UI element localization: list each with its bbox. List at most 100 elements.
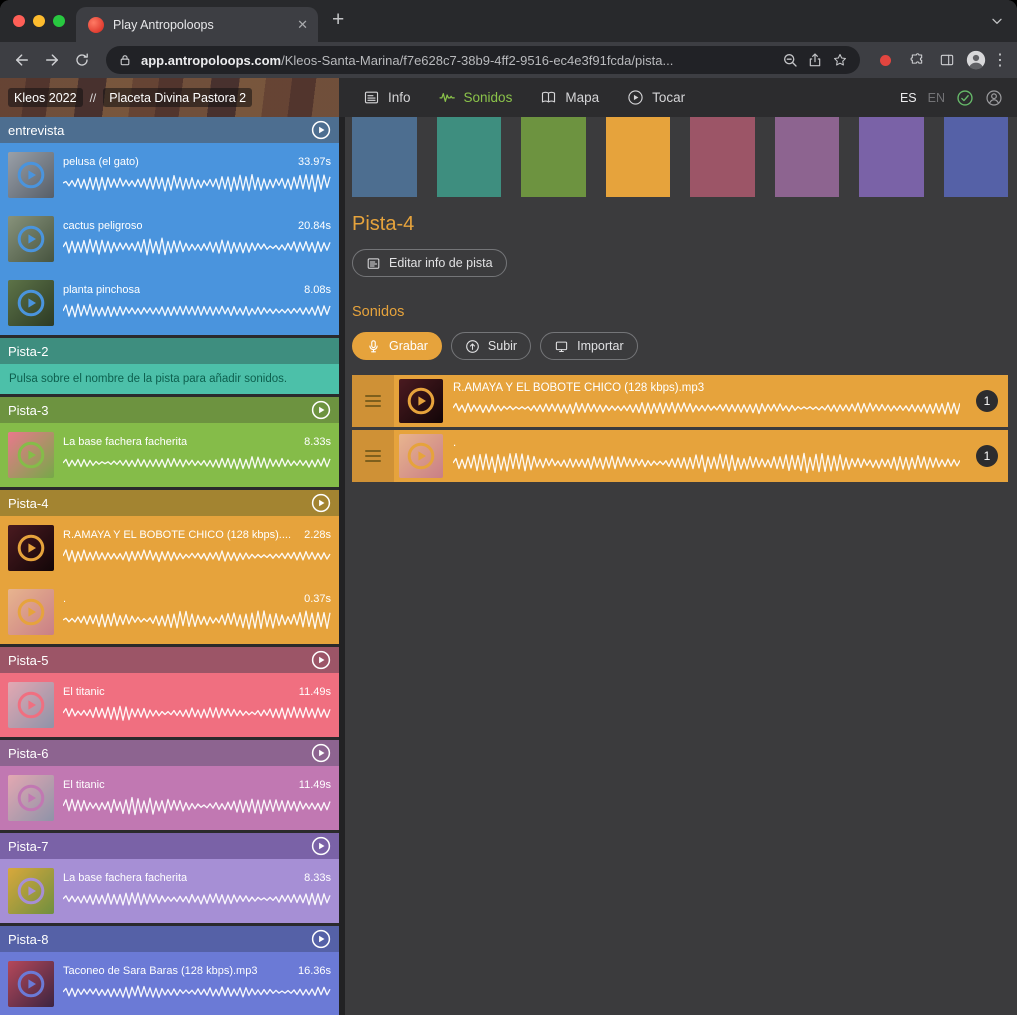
sound-thumbnail[interactable] <box>8 280 54 326</box>
sound-thumbnail[interactable] <box>8 216 54 262</box>
play-ring-icon[interactable] <box>8 525 54 571</box>
nav-tocar[interactable]: Tocar <box>627 89 685 106</box>
track-header-pista-6[interactable]: Pista-6 <box>0 740 339 766</box>
back-button[interactable] <box>10 48 34 72</box>
track-swatch-pista-2[interactable] <box>437 117 502 197</box>
address-bar[interactable]: app.antropoloops.com/Kleos-Santa-Marina/… <box>106 46 860 74</box>
track-swatch-pista-5[interactable] <box>690 117 755 197</box>
importar-button[interactable]: Importar <box>540 332 638 360</box>
track-header-pista-8[interactable]: Pista-8 <box>0 926 339 952</box>
sound-title[interactable]: cactus peligroso <box>63 220 143 232</box>
track-swatch-pista-4[interactable] <box>606 117 671 197</box>
play-ring-icon[interactable] <box>8 216 54 262</box>
sound-row[interactable]: .1 <box>352 430 1008 482</box>
play-ring-icon[interactable] <box>8 589 54 635</box>
track-header-pista-4[interactable]: Pista-4 <box>0 490 339 516</box>
new-tab-button[interactable]: + <box>332 8 344 32</box>
sound-thumbnail[interactable] <box>8 775 54 821</box>
extension-record-dot-icon[interactable] <box>880 55 891 66</box>
sound-thumbnail[interactable] <box>8 152 54 198</box>
bookmark-star-icon[interactable] <box>832 52 848 68</box>
sound-title[interactable]: . <box>63 593 66 605</box>
sound-title[interactable]: El titanic <box>63 686 105 698</box>
play-ring-icon[interactable] <box>8 682 54 728</box>
sidebar-sound-item[interactable]: cactus peligroso20.84s <box>0 207 339 271</box>
track-swatch-pista-6[interactable] <box>775 117 840 197</box>
sound-title[interactable]: La base fachera facherita <box>63 436 187 448</box>
track-swatch-entrevista[interactable] <box>352 117 417 197</box>
edit-track-info-button[interactable]: Editar info de pista <box>352 249 507 277</box>
breadcrumb-page[interactable]: Placeta Divina Pastora 2 <box>103 88 252 107</box>
track-play-button[interactable] <box>311 400 331 420</box>
sound-title[interactable]: La base fachera facherita <box>63 872 187 884</box>
track-play-button[interactable] <box>311 120 331 140</box>
sound-title[interactable]: R.AMAYA Y EL BOBOTE CHICO (128 kbps).... <box>63 529 291 541</box>
grabar-button[interactable]: Grabar <box>352 332 442 360</box>
track-header-entrevista[interactable]: entrevista <box>0 117 339 143</box>
sound-title[interactable]: El titanic <box>63 779 105 791</box>
sound-thumbnail[interactable] <box>8 682 54 728</box>
sidebar-sound-item[interactable]: La base fachera facherita8.33s <box>0 423 339 487</box>
track-play-button[interactable] <box>311 929 331 949</box>
reload-button[interactable] <box>70 48 94 72</box>
close-window-button[interactable] <box>13 15 25 27</box>
browser-menu-icon[interactable]: ⋮ <box>993 50 1007 70</box>
track-play-button[interactable] <box>311 493 331 513</box>
track-name[interactable]: Pista-2 <box>8 344 48 359</box>
browser-tab[interactable]: Play Antropoloops ✕ <box>76 7 318 42</box>
sidebar-sound-item[interactable]: El titanic11.49s <box>0 673 339 737</box>
sound-title[interactable]: Taconeo de Sara Baras (128 kbps).mp3 <box>63 965 257 977</box>
play-ring-icon[interactable] <box>399 379 443 423</box>
sound-thumbnail[interactable] <box>8 961 54 1007</box>
extensions-puzzle-icon[interactable] <box>905 48 929 72</box>
track-name[interactable]: Pista-7 <box>8 839 48 854</box>
sidebar-sound-item[interactable]: El titanic11.49s <box>0 766 339 830</box>
track-header-pista-7[interactable]: Pista-7 <box>0 833 339 859</box>
tab-list-chevron-icon[interactable] <box>989 13 1005 29</box>
track-name[interactable]: Pista-8 <box>8 932 48 947</box>
sound-thumbnail[interactable] <box>8 432 54 478</box>
nav-info[interactable]: Info <box>363 89 411 106</box>
lang-en[interactable]: EN <box>928 91 945 105</box>
sidebar-sound-item[interactable]: R.AMAYA Y EL BOBOTE CHICO (128 kbps)....… <box>0 516 339 580</box>
status-check-icon[interactable] <box>956 89 974 107</box>
sidebar-sound-item[interactable]: .0.37s <box>0 580 339 644</box>
play-ring-icon[interactable] <box>399 434 443 478</box>
profile-avatar[interactable] <box>965 49 987 71</box>
track-swatch-pista-3[interactable] <box>521 117 586 197</box>
subir-button[interactable]: Subir <box>451 332 531 360</box>
track-swatch-pista-8[interactable] <box>944 117 1009 197</box>
track-name[interactable]: entrevista <box>8 123 64 138</box>
sound-thumbnail[interactable] <box>8 868 54 914</box>
track-name[interactable]: Pista-3 <box>8 403 48 418</box>
track-header-pista-2[interactable]: Pista-2 <box>0 338 339 364</box>
minimize-window-button[interactable] <box>33 15 45 27</box>
play-ring-icon[interactable] <box>8 868 54 914</box>
play-ring-icon[interactable] <box>8 432 54 478</box>
track-play-button[interactable] <box>311 743 331 763</box>
sidebar-sound-item[interactable]: Taconeo de Sara Baras (128 kbps).mp316.3… <box>0 952 339 1015</box>
play-ring-icon[interactable] <box>8 961 54 1007</box>
drag-handle-icon[interactable] <box>352 375 394 427</box>
lang-es[interactable]: ES <box>900 91 917 105</box>
track-header-pista-3[interactable]: Pista-3 <box>0 397 339 423</box>
play-ring-icon[interactable] <box>8 152 54 198</box>
nav-sonidos[interactable]: Sonidos <box>439 89 513 106</box>
sound-thumbnail[interactable] <box>8 525 54 571</box>
track-swatch-pista-7[interactable] <box>859 117 924 197</box>
sidebar-sound-item[interactable]: La base fachera facherita8.33s <box>0 859 339 923</box>
track-name[interactable]: Pista-5 <box>8 653 48 668</box>
side-panel-icon[interactable] <box>935 48 959 72</box>
drag-handle-icon[interactable] <box>352 430 394 482</box>
sound-title[interactable]: planta pinchosa <box>63 284 140 296</box>
track-play-button[interactable] <box>311 650 331 670</box>
nav-mapa[interactable]: Mapa <box>540 89 599 106</box>
zoom-icon[interactable] <box>782 52 798 68</box>
sound-thumbnail[interactable] <box>8 589 54 635</box>
forward-button[interactable] <box>40 48 64 72</box>
sound-thumbnail[interactable] <box>399 434 443 478</box>
track-name[interactable]: Pista-4 <box>8 496 48 511</box>
play-ring-icon[interactable] <box>8 280 54 326</box>
sidebar-sound-item[interactable]: planta pinchosa8.08s <box>0 271 339 335</box>
zoom-window-button[interactable] <box>53 15 65 27</box>
